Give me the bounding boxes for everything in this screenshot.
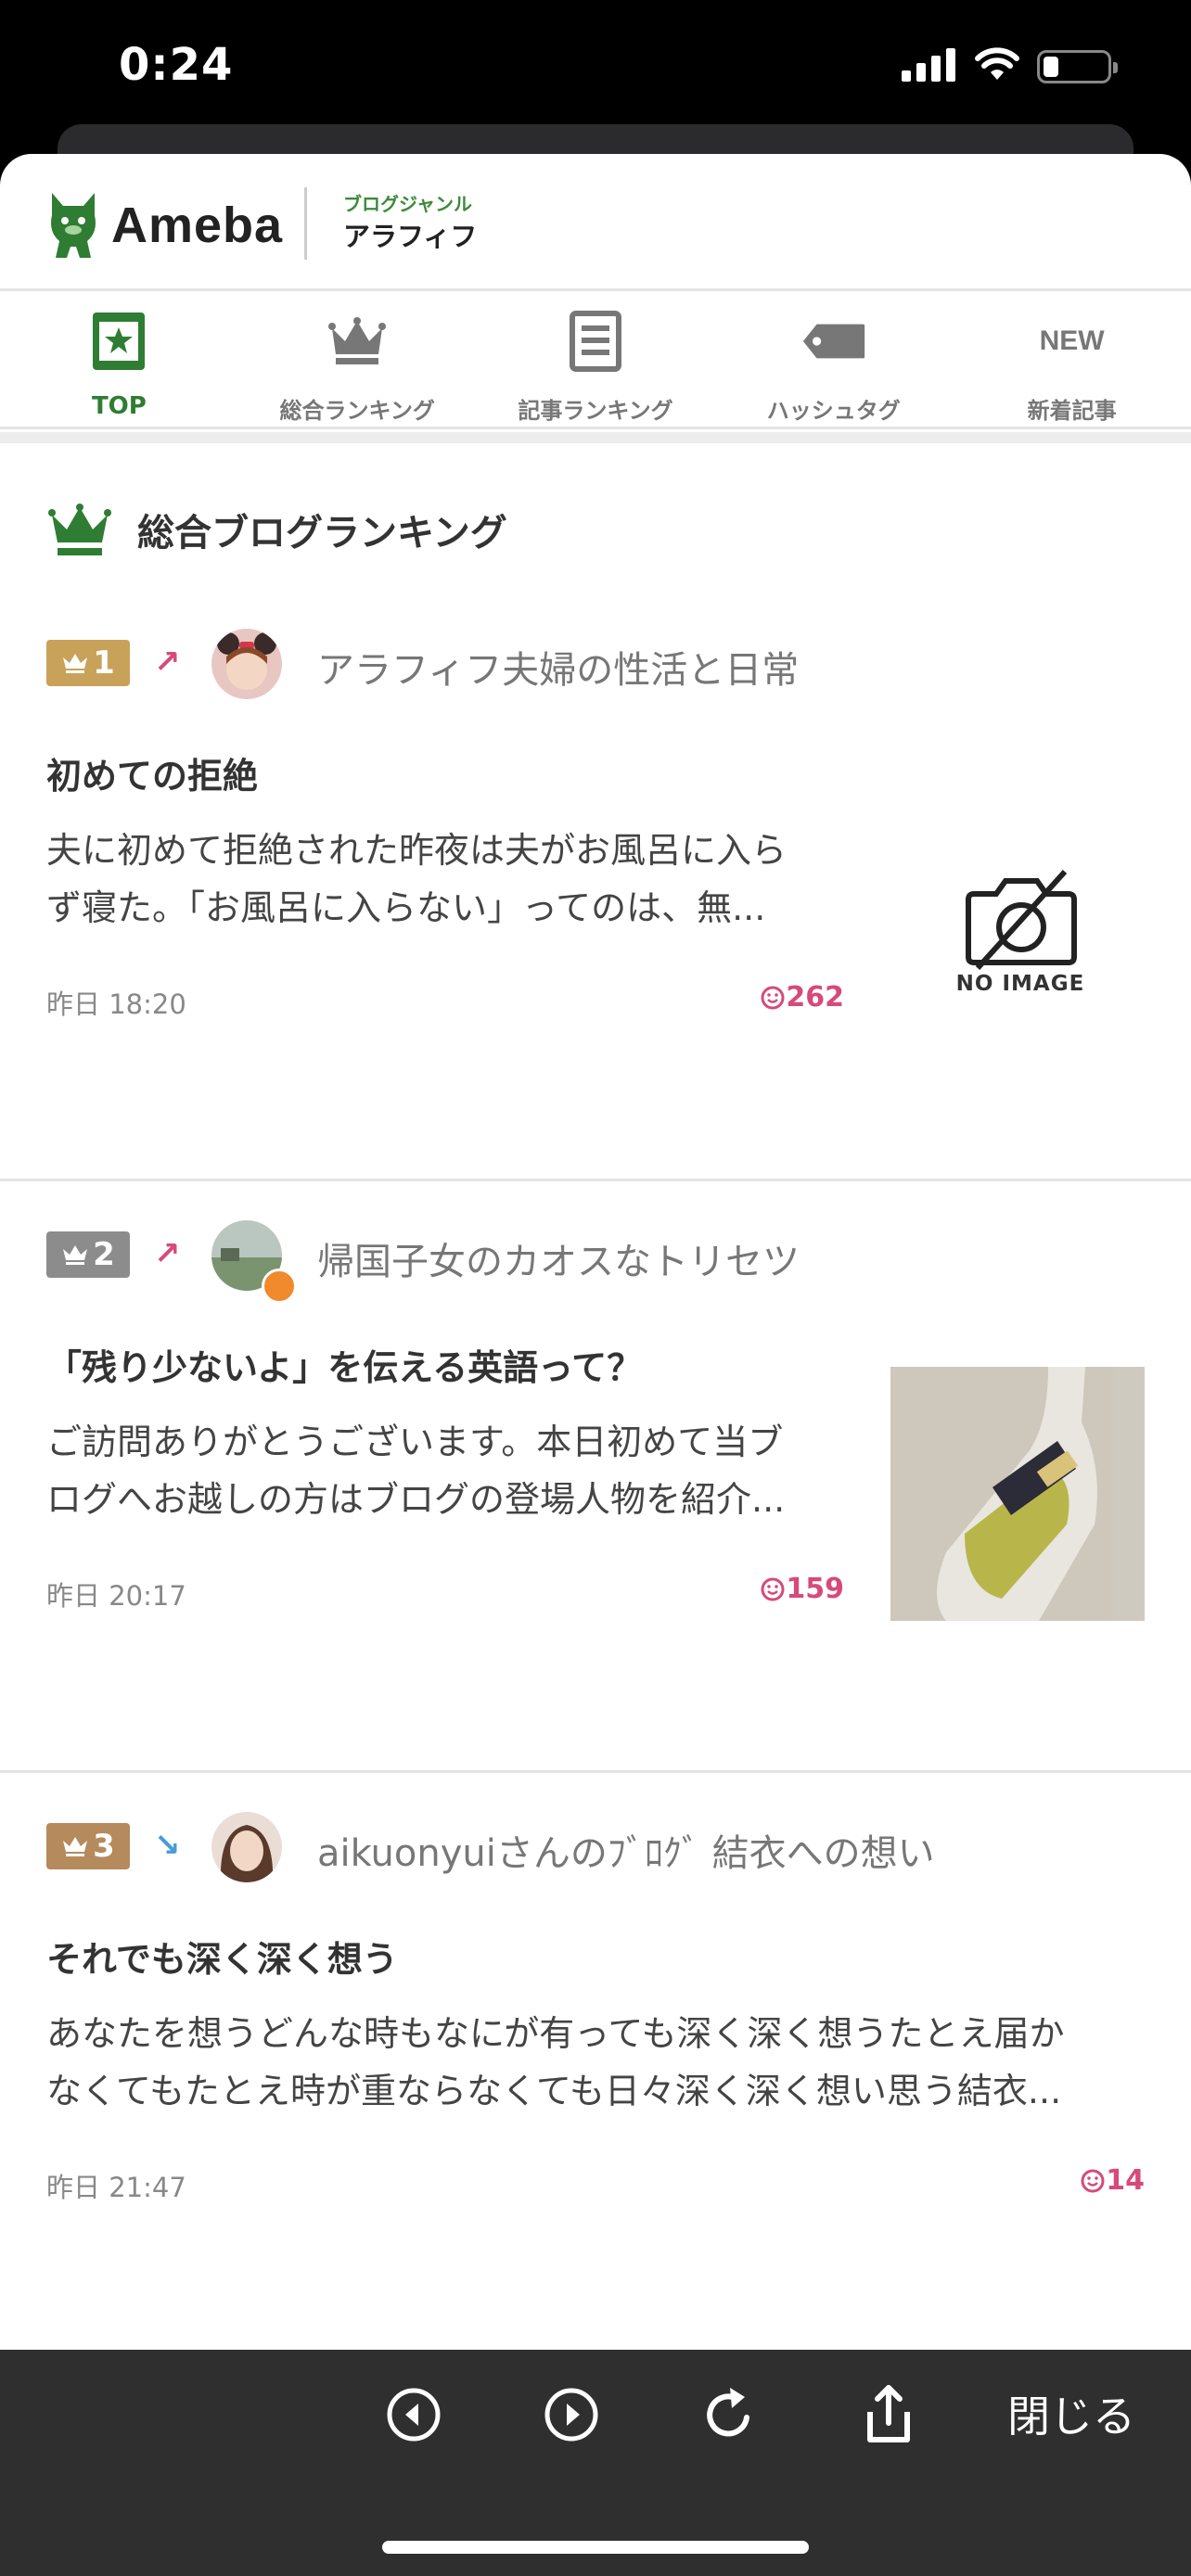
tag-icon — [801, 309, 866, 374]
tab-new-articles[interactable]: NEW 新着記事 — [953, 294, 1191, 427]
no-image-label: NO IMAGE — [955, 972, 1085, 996]
rank-number: 2 — [93, 1236, 115, 1273]
genre-label: ブログジャンル — [343, 193, 472, 215]
excerpt-line: あなたを想うどんな時もなにが有っても深く深く想うたとえ届か — [46, 2013, 1065, 2054]
rank-number: 3 — [93, 1828, 115, 1865]
tab-hashtag[interactable]: ハッシュタグ — [714, 294, 953, 427]
section-title: 総合ブログランキング — [137, 512, 507, 555]
entry-excerpt: あなたを想うどんな時もなにが有っても深く深く想うたとえ届か なくてもたとえ時が重… — [46, 2005, 1145, 2120]
section-header: 総合ブログランキング — [48, 497, 507, 562]
rank-badge: 1 — [46, 640, 130, 686]
forward-button[interactable] — [538, 2381, 605, 2448]
likes-count: 262 — [760, 981, 844, 1014]
section-crown-icon — [48, 504, 111, 555]
official-badge-icon — [262, 1269, 297, 1304]
blog-name[interactable]: アラフィフ夫婦の性活と日常 — [317, 640, 799, 694]
entry-excerpt: ご訪問ありがとうございます。本日初めて当ブ ログへお越しの方はブログの登場人物を… — [46, 1413, 863, 1528]
entry-time: 昨日 18:20 — [46, 988, 186, 1020]
battery-icon — [1037, 50, 1118, 83]
ameba-logo-text[interactable]: Ameba — [111, 197, 283, 254]
back-button[interactable] — [380, 2381, 447, 2448]
trend-up-icon: ↗ — [154, 644, 181, 681]
article-icon — [563, 309, 628, 374]
header-divider — [304, 187, 307, 260]
entry-excerpt: 夫に初めて拒絶された昨夜は夫がお風呂に入ら ず寝た。「お風呂に入らない」ってのは… — [46, 822, 863, 937]
new-icon: NEW — [1040, 309, 1105, 374]
tab-overall-ranking[interactable]: 総合ランキング — [238, 294, 477, 427]
tab-top-label: TOP — [91, 392, 147, 420]
rank-crown-icon — [63, 654, 88, 673]
reload-button[interactable] — [696, 2381, 762, 2448]
excerpt-line: 夫に初めて拒絶された昨夜は夫がお風呂に入ら — [46, 830, 788, 871]
genre-name: アラフィフ — [343, 221, 478, 252]
ranking-entry[interactable]: 3 ↘ aikuonyuiさんのﾌﾞﾛｸﾞ 結衣への想い それでも深く深く想う … — [0, 1773, 1191, 2350]
wifi-icon — [975, 47, 1019, 80]
new-icon-text: NEW — [1039, 325, 1105, 356]
tab-new-articles-label: 新着記事 — [1027, 398, 1117, 424]
ranking-entry[interactable]: 1 ↗ アラフィフ夫婦の性活と日常 初めての拒絶 夫に初めて拒絶された昨夜は夫が… — [0, 590, 1191, 1181]
rank-crown-icon — [63, 1245, 88, 1265]
likes-value: 14 — [1106, 2164, 1145, 2197]
ranking-tabs: TOP 総合ランキング 記事ランキング ハッシュタグ NEW 新着記事 — [0, 294, 1191, 429]
smile-icon — [761, 1577, 785, 1600]
smile-icon — [1081, 2169, 1105, 2192]
star-card-icon — [86, 309, 151, 374]
reload-icon — [707, 2388, 749, 2437]
blog-name[interactable]: 帰国子女のカオスなトリセツ — [317, 1231, 800, 1285]
crown-icon — [325, 309, 390, 374]
close-button[interactable]: 閉じる — [1007, 2383, 1135, 2444]
home-indicator-area — [0, 2476, 1191, 2576]
rank-badge: 2 — [46, 1231, 130, 1278]
home-indicator[interactable] — [382, 2541, 809, 2554]
no-camera-icon — [966, 869, 1077, 971]
likes-count: 159 — [760, 1573, 844, 1605]
excerpt-line: ご訪問ありがとうございます。本日初めて当ブ — [46, 1422, 784, 1462]
page-header: Ameba ブログジャンル アラフィフ — [0, 154, 1191, 291]
rank-number: 1 — [93, 644, 115, 682]
avatar[interactable] — [211, 1812, 282, 1882]
tab-overall-ranking-label: 総合ランキング — [279, 398, 435, 424]
entry-title[interactable]: それでも深く深く想う — [46, 1931, 398, 1982]
section-separator — [0, 432, 1191, 443]
ameba-ranking-page: Ameba ブログジャンル アラフィフ TOP 総合ランキング 記事ランキング … — [0, 154, 1191, 2350]
likes-value: 262 — [786, 981, 844, 1014]
excerpt-line: ログへお越しの方はブログの登場人物を紹介... — [46, 1479, 786, 1520]
share-button[interactable] — [855, 2381, 922, 2448]
blog-name[interactable]: aikuonyuiさんのﾌﾞﾛｸﾞ 結衣への想い — [317, 1823, 935, 1877]
no-image-placeholder: NO IMAGE — [928, 868, 1113, 1026]
avatar[interactable] — [211, 629, 282, 699]
status-bar: 0:24 — [0, 0, 1191, 130]
tab-article-ranking[interactable]: 記事ランキング — [477, 294, 715, 427]
back-icon — [387, 2388, 441, 2442]
likes-value: 159 — [786, 1573, 844, 1605]
entry-time: 昨日 21:47 — [46, 2172, 186, 2203]
forward-icon — [544, 2388, 598, 2442]
cellular-signal-icon — [902, 48, 955, 82]
browser-toolbar: 閉じる — [0, 2350, 1191, 2476]
ameba-mascot-logo-icon[interactable] — [45, 187, 102, 260]
likes-count: 14 — [1080, 2164, 1145, 2197]
rank-crown-icon — [63, 1837, 88, 1856]
smile-icon — [761, 986, 785, 1009]
trend-down-icon: ↘ — [154, 1827, 181, 1864]
tab-article-ranking-label: 記事ランキング — [518, 398, 673, 424]
excerpt-line: ず寝た。「お風呂に入らない」ってのは、無... — [46, 887, 766, 928]
entry-title[interactable]: 初めての拒絶 — [46, 747, 258, 798]
rank-badge: 3 — [46, 1823, 130, 1869]
tab-top[interactable]: TOP — [0, 294, 238, 427]
excerpt-line: なくてもたとえ時が重ならなくても日々深く深く想い思う結衣... — [46, 2071, 1062, 2111]
entry-title[interactable]: 「残り少ないよ」を伝える英語って？ — [46, 1339, 642, 1390]
tab-hashtag-label: ハッシュタグ — [766, 398, 901, 424]
entry-thumbnail-image[interactable] — [890, 1367, 1145, 1621]
ranking-entry[interactable]: 2 ↗ 帰国子女のカオスなトリセツ 「残り少ないよ」を伝える英語って？ ご訪問あ… — [0, 1181, 1191, 1773]
status-time: 0:24 — [119, 39, 234, 91]
share-icon — [867, 2385, 910, 2442]
entry-time: 昨日 20:17 — [46, 1580, 186, 1612]
trend-up-icon: ↗ — [154, 1235, 181, 1272]
